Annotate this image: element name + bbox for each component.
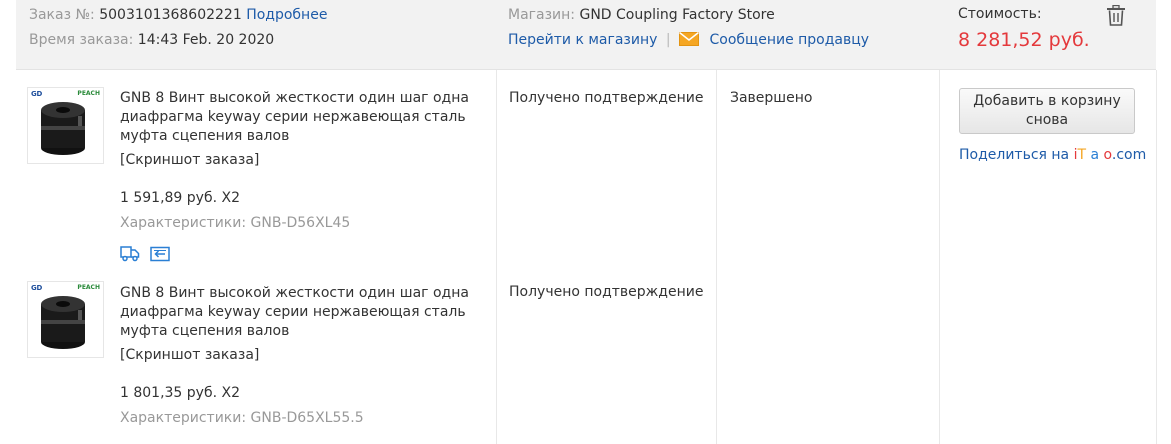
order-number-label: Заказ №: (29, 7, 95, 23)
share-logo-com: .com (1111, 147, 1147, 163)
share-prefix: Поделиться на (959, 147, 1074, 163)
add-to-cart-label: Добавить в корзину снова (973, 93, 1121, 128)
share-logo-t: T (1077, 147, 1087, 163)
thumbnail-brand-text: GD (31, 284, 42, 292)
thumbnail-brand-text: PEACH (77, 90, 100, 97)
return-icon[interactable] (150, 246, 170, 266)
item-status: Получено подтверждение (509, 284, 704, 300)
cost-label: Стоимость: (958, 6, 1042, 22)
order-total-price: 8 281,52 руб. (958, 29, 1090, 51)
order-number: 5003101368602221 (99, 7, 242, 23)
store-links-row: Перейти к магазину | Сообщение продавцу (508, 31, 869, 50)
store-row: Магазин: GND Coupling Factory Store (508, 7, 775, 23)
share-logo-o: o (1103, 147, 1112, 163)
product-thumbnail[interactable]: GD PEACH (27, 281, 104, 358)
column-divider (496, 70, 497, 444)
share-logo-a: a (1090, 147, 1100, 163)
item-price: 1 591,89 руб. X2 (120, 190, 240, 206)
column-divider (716, 70, 717, 444)
order-status: Завершено (730, 90, 813, 106)
item-specs: Характеристики: GNB-D65XL55.5 (120, 410, 364, 426)
coupling-image (41, 296, 85, 349)
delivery-truck-icon[interactable] (120, 245, 140, 266)
order-snapshot-link[interactable]: [Скриншот заказа] (120, 347, 259, 363)
store-name: GND Coupling Factory Store (579, 7, 775, 23)
order-time-row: Время заказа: 14:43 Feb. 20 2020 (29, 32, 274, 48)
item-status: Получено подтверждение (509, 90, 704, 106)
link-separator: | (665, 32, 671, 48)
thumbnail-brand-text: PEACH (77, 284, 100, 291)
message-seller-link[interactable]: Сообщение продавцу (709, 32, 869, 48)
item-price: 1 801,35 руб. X2 (120, 385, 240, 401)
product-thumbnail[interactable]: GD PEACH (27, 87, 104, 164)
order-snapshot-link[interactable]: [Скриншот заказа] (120, 152, 259, 168)
column-divider (1156, 70, 1157, 444)
order-time: 14:43 Feb. 20 2020 (137, 32, 275, 48)
share-italao-link[interactable]: Поделиться на iT a o.com (959, 147, 1146, 163)
column-divider (939, 70, 940, 444)
order-time-label: Время заказа: (29, 32, 134, 48)
order-number-row: Заказ №: 5003101368602221 Подробнее (29, 7, 327, 23)
coupling-image (41, 102, 85, 155)
details-link[interactable]: Подробнее (246, 7, 327, 23)
product-title[interactable]: GNB 8 Винт высокой жесткости один шаг од… (120, 89, 470, 146)
go-to-store-link[interactable]: Перейти к магазину (508, 32, 657, 48)
item-specs: Характеристики: GNB-D56XL45 (120, 215, 351, 231)
store-label: Магазин: (508, 7, 576, 23)
trash-icon[interactable] (1106, 4, 1126, 30)
thumbnail-brand-text: GD (31, 90, 42, 98)
product-title[interactable]: GNB 8 Винт высокой жесткости один шаг од… (120, 284, 470, 341)
add-to-cart-again-button[interactable]: Добавить в корзину снова (959, 88, 1135, 134)
envelope-icon[interactable] (679, 31, 700, 50)
